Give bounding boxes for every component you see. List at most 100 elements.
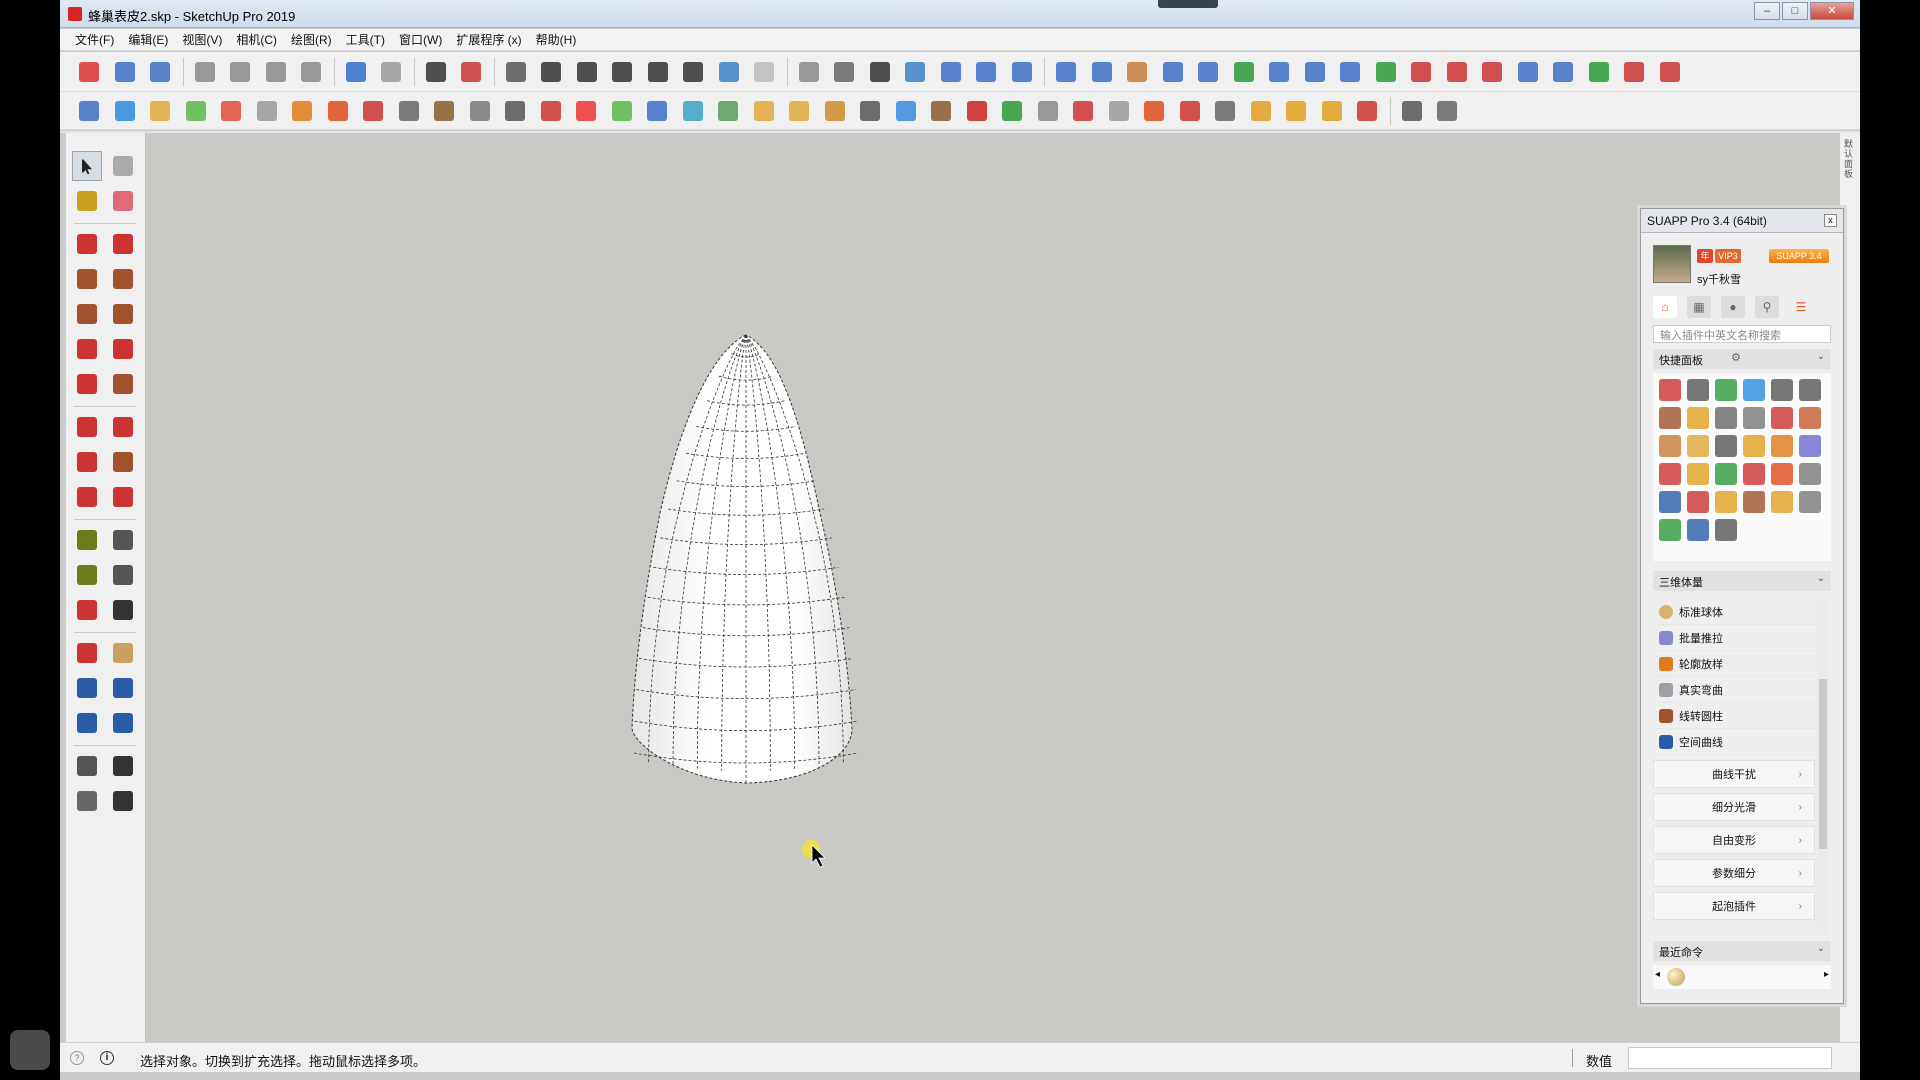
chevron-down-icon[interactable]: ⌄ [1817,943,1825,954]
redo-button[interactable] [376,57,406,87]
menu-view[interactable]: 视图(V) [177,29,227,50]
home-icon[interactable]: ⌂ [1653,296,1677,318]
frame-button[interactable] [394,96,424,126]
quick-plugin-icon[interactable] [1687,463,1709,485]
measurements-input[interactable] [1628,1047,1832,1069]
quick-plugin-icon[interactable] [1659,463,1681,485]
menu-extensions[interactable]: 扩展程序 (x) [451,29,526,50]
section-3d-header[interactable]: 三维体量 ⌄ [1653,571,1831,591]
grid-orange2-button[interactable] [1281,96,1311,126]
recent-commands-header[interactable]: 最近命令 ⌄ [1653,941,1831,961]
chevron-down-icon[interactable]: ⌄ [1817,573,1825,584]
plugin-item[interactable]: 标准球体 [1653,599,1815,625]
quick-plugin-icon[interactable] [1743,379,1765,401]
undo-red-button[interactable] [962,96,992,126]
quick-plugin-icon[interactable] [1799,379,1821,401]
orbit-tool[interactable] [72,638,102,668]
model-info-button[interactable] [456,57,486,87]
quick-plugin-icon[interactable] [1771,407,1793,429]
undo-button[interactable] [341,57,371,87]
line-tool[interactable] [72,229,102,259]
suapp-version-badge[interactable]: SUAPP 3.4 [1769,249,1829,263]
panel-scrollbar[interactable] [1817,599,1829,935]
shapes-button[interactable] [1175,96,1205,126]
quick-plugin-icon[interactable] [1743,435,1765,457]
paint-bucket-tool[interactable] [72,186,102,216]
select-tool[interactable] [72,151,102,181]
quick-plugin-icon[interactable] [1715,379,1737,401]
geo-location-icon[interactable]: ? [70,1051,84,1065]
quick-plugin-icon[interactable] [1687,379,1709,401]
dots-curve-button[interactable] [536,96,566,126]
cross-red-button[interactable] [571,96,601,126]
quick-plugin-icon[interactable] [1715,407,1737,429]
circle-tool[interactable] [72,299,102,329]
paste-button[interactable] [261,57,291,87]
bezier2-button[interactable] [1655,57,1685,87]
hook-button[interactable] [784,96,814,126]
position-camera-tool[interactable] [72,751,102,781]
quick-plugin-icon[interactable] [1771,435,1793,457]
curve-button[interactable] [1158,57,1188,87]
sphere-recent-icon[interactable] [1667,968,1685,986]
minimize-button[interactable]: – [1754,2,1780,20]
3d-text-tool[interactable] [108,595,138,625]
grid-orange-button[interactable] [1246,96,1276,126]
ellipse-button[interactable] [1619,57,1649,87]
tiles-button[interactable] [1432,96,1462,126]
quick-plugin-icon[interactable] [1687,407,1709,429]
box-button[interactable] [429,96,459,126]
iso-view-button[interactable] [501,57,531,87]
scrollbar-thumb[interactable] [1819,679,1827,849]
default-tray-label[interactable]: 默认面板 [1844,139,1856,179]
cross-green-button[interactable] [607,96,637,126]
chevron-right-icon[interactable]: ▸ [1824,969,1829,980]
wrench-button[interactable] [1584,57,1614,87]
left-view-button[interactable] [678,57,708,87]
cross-blue-button[interactable] [642,96,672,126]
quick-plugin-icon[interactable] [1715,519,1737,541]
quick-plugin-icon[interactable] [1771,491,1793,513]
chevron-down-icon[interactable]: ⌄ [1817,351,1825,362]
menu-camera[interactable]: 相机(C) [231,29,282,50]
hook2-button[interactable] [820,96,850,126]
search-icon[interactable]: ⚲ [1755,296,1779,318]
freehand-button[interactable] [1122,57,1152,87]
erase-button[interactable] [296,57,326,87]
model-canvas[interactable] [148,133,1840,1043]
layer5-button[interactable] [216,96,246,126]
user-avatar[interactable] [1653,245,1691,283]
shaded-button[interactable] [829,57,859,87]
quick-plugin-icon[interactable] [1659,435,1681,457]
plugin-group[interactable]: 细分光滑 › [1653,793,1815,821]
pyramid-button[interactable] [749,96,779,126]
three-point-arc-tool[interactable] [108,369,138,399]
bridge-button[interactable] [465,96,495,126]
rectangle-button[interactable] [1264,57,1294,87]
quick-plugin-icon[interactable] [1659,407,1681,429]
quick-plugin-icon[interactable] [1799,491,1821,513]
suapp-close-button[interactable]: x [1824,214,1837,227]
move-multi-button[interactable] [1033,96,1063,126]
previous-view-tool[interactable] [108,708,138,738]
section-plane-button[interactable] [936,57,966,87]
quick-plugin-icon[interactable] [1799,463,1821,485]
quick-plugin-icon[interactable] [1715,491,1737,513]
wireframe-button[interactable] [749,57,779,87]
move-multi2-button[interactable] [1068,96,1098,126]
menu-list-icon[interactable]: ☰ [1789,296,1813,318]
plugin-item[interactable]: 轮廓放样 [1653,651,1815,677]
plugin-item[interactable]: 批量推拉 [1653,625,1815,651]
rotated-rectangle-tool[interactable] [108,264,138,294]
quick-plugin-icon[interactable] [1771,379,1793,401]
quick-panel-header[interactable]: 快捷面板 ⚙ ⌄ [1653,349,1831,369]
arc4-button[interactable] [1477,57,1507,87]
two-point-arc-tool[interactable] [108,334,138,364]
plugin-search-input[interactable]: 输入插件中英文名称搜索 [1653,325,1831,343]
zoom-window-tool[interactable] [108,673,138,703]
face-red-button[interactable] [323,96,353,126]
grid-orange3-button[interactable] [1317,96,1347,126]
look-around-tool[interactable] [108,751,138,781]
polygon-tool[interactable] [108,299,138,329]
menu-draw[interactable]: 绘图(R) [286,29,337,50]
